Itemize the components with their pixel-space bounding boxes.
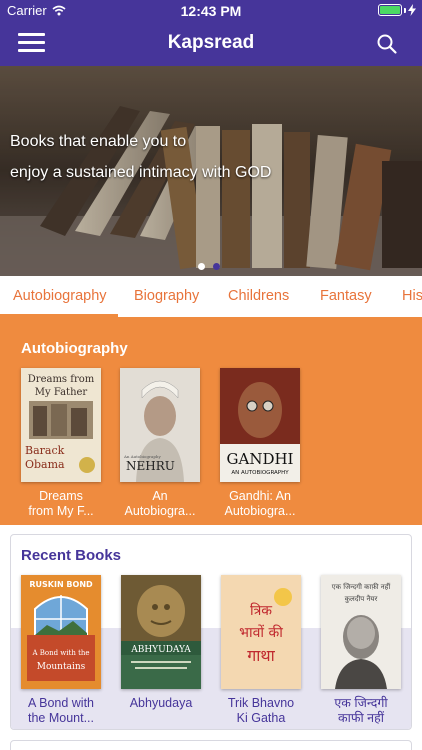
- carousel-dots[interactable]: [198, 263, 220, 270]
- book-title: Abhyudaya: [129, 696, 193, 710]
- book-title: An Autobiogra...: [124, 489, 196, 518]
- book-card[interactable]: ABHYUDAYA Abhyudaya: [121, 575, 201, 711]
- svg-text:Dreams from: Dreams from: [28, 374, 95, 385]
- svg-text:त्रिक: त्रिक: [250, 602, 272, 619]
- section-title: Recent Books: [21, 547, 122, 564]
- book-card[interactable]: An Autobiography NEHRU An Autobiogra...: [120, 368, 200, 519]
- book-title: एक जिन्दगी काफी नहीं: [334, 696, 388, 725]
- battery-icon: [378, 4, 416, 16]
- carousel-dot[interactable]: [198, 263, 205, 270]
- svg-text:AN AUTOBIOGRAPHY: AN AUTOBIOGRAPHY: [231, 470, 289, 476]
- status-time: 12:43 PM: [180, 3, 242, 19]
- book-card[interactable]: RUSKIN BOND A Bond with the Mountains A …: [21, 575, 101, 726]
- book-cover: एक जिन्दगी काफ़ी नहीं कुलदीप नैयर: [321, 575, 401, 689]
- search-icon[interactable]: [376, 33, 398, 55]
- book-card[interactable]: एक जिन्दगी काफ़ी नहीं कुलदीप नैयर एक जिन…: [321, 575, 401, 726]
- svg-text:ABHYUDAYA: ABHYUDAYA: [130, 645, 191, 655]
- hero-banner[interactable]: Books that enable you to enjoy a sustain…: [0, 66, 422, 276]
- top-bar: Carrier 12:43 PM Kapsread: [0, 0, 422, 66]
- svg-text:भावों की: भावों की: [239, 624, 283, 641]
- book-title: Dreams from My F...: [28, 489, 94, 518]
- charging-bolt-icon: [408, 4, 416, 16]
- book-cover: GANDHI AN AUTOBIOGRAPHY: [220, 368, 300, 482]
- next-section-card: [10, 740, 412, 750]
- svg-text:Obama: Obama: [25, 458, 65, 471]
- book-cover: Dreams from My Father Barack Obama: [21, 368, 101, 482]
- tab-biography[interactable]: Biography: [134, 288, 199, 304]
- status-bar: Carrier 12:43 PM: [0, 0, 422, 22]
- category-tabs[interactable]: Autobiography Biography Childrens Fantas…: [0, 276, 422, 317]
- tab-history[interactable]: His: [402, 288, 422, 304]
- book-cover: An Autobiography NEHRU: [120, 368, 200, 482]
- app-title: Kapsread: [167, 32, 255, 53]
- svg-text:NEHRU: NEHRU: [126, 459, 175, 473]
- tab-fantasy[interactable]: Fantasy: [320, 288, 372, 304]
- svg-text:RUSKIN BOND: RUSKIN BOND: [29, 580, 93, 589]
- nav-bar: Kapsread: [0, 22, 422, 66]
- hero-caption-line-2: enjoy a sustained intimacy with GOD: [10, 164, 272, 181]
- book-title: A Bond with the Mount...: [27, 696, 94, 725]
- svg-text:Barack: Barack: [25, 444, 65, 457]
- svg-text:GANDHI: GANDHI: [227, 450, 294, 468]
- hero-caption-line-1: Books that enable you to: [10, 133, 187, 150]
- book-card[interactable]: त्रिक भावों की गाथा Trik Bhavno Ki Gatha: [221, 575, 301, 726]
- svg-text:A Bond with the: A Bond with the: [31, 649, 89, 657]
- book-title: Trik Bhavno Ki Gatha: [227, 696, 295, 725]
- featured-section: Autobiography Dreams from My Father Bara…: [0, 317, 422, 525]
- svg-text:गाथा: गाथा: [247, 646, 275, 665]
- book-card[interactable]: Dreams from My Father Barack Obama Dream…: [21, 368, 101, 519]
- book-card[interactable]: GANDHI AN AUTOBIOGRAPHY Gandhi: An Autob…: [220, 368, 300, 519]
- book-title: Gandhi: An Autobiogra...: [224, 489, 296, 518]
- recent-books-card: Recent Books RUSKIN BOND A Bond with the…: [10, 534, 412, 730]
- section-title: Autobiography: [21, 340, 128, 357]
- tab-autobiography[interactable]: Autobiography: [13, 288, 107, 304]
- book-cover: ABHYUDAYA: [121, 575, 201, 689]
- book-cover: RUSKIN BOND A Bond with the Mountains: [21, 575, 101, 689]
- carousel-dot[interactable]: [213, 263, 220, 270]
- book-cover: त्रिक भावों की गाथा: [221, 575, 301, 689]
- svg-text:My Father: My Father: [35, 387, 88, 398]
- svg-text:Mountains: Mountains: [37, 662, 86, 672]
- hero-caption: Books that enable you to enjoy a sustain…: [10, 126, 271, 188]
- svg-text:कुलदीप नैयर: कुलदीप नैयर: [344, 594, 377, 603]
- svg-text:एक जिन्दगी काफ़ी नहीं: एक जिन्दगी काफ़ी नहीं: [332, 582, 391, 591]
- tab-childrens[interactable]: Childrens: [228, 288, 289, 304]
